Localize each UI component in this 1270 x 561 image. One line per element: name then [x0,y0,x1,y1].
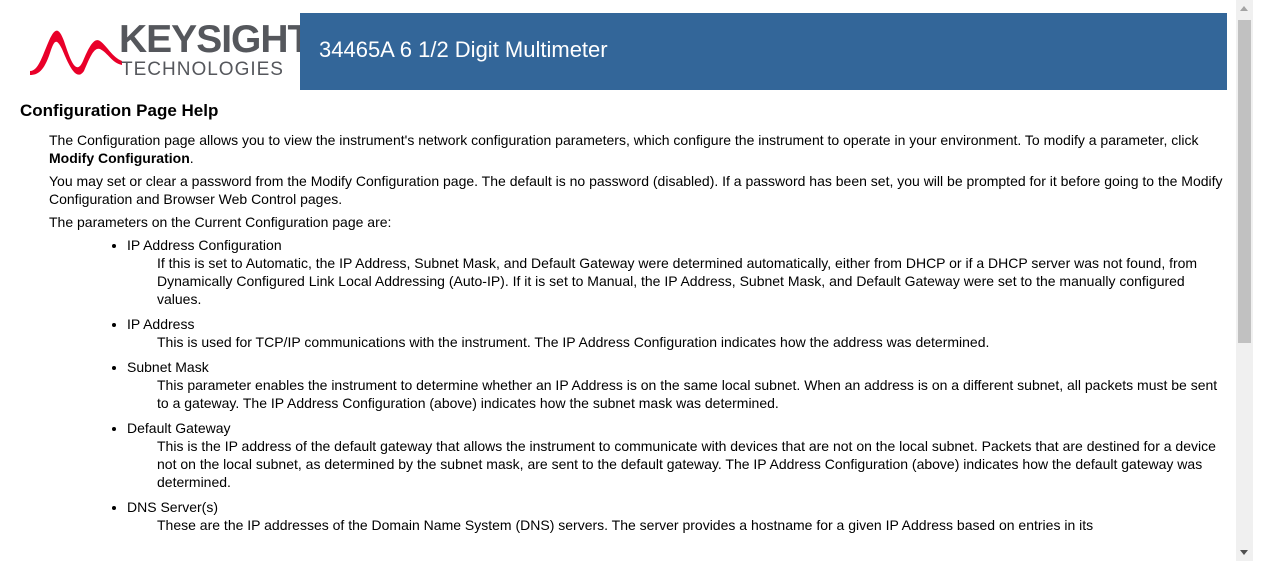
parameter-description: This parameter enables the instrument to… [157,377,1218,411]
help-page: KEYSIGHT TECHNOLOGIES 34465A 6 1/2 Digit… [0,0,1236,561]
modify-configuration-term: Modify Configuration [49,150,190,166]
parameter-term: IP Address [127,316,195,332]
chevron-up-icon [1240,6,1248,11]
logo-subtitle: TECHNOLOGIES [121,59,284,80]
scrollbar-thumb[interactable] [1238,20,1251,343]
intro-paragraph-3: The parameters on the Current Configurat… [49,214,392,230]
intro-text: The Configuration page allows you to vie… [49,132,1199,148]
parameter-term: Default Gateway [127,420,231,436]
vertical-scrollbar[interactable] [1236,0,1253,561]
list-item: IP Address Configuration If this is set … [127,236,1232,308]
parameter-description: If this is set to Automatic, the IP Addr… [157,255,1198,307]
scroll-down-button[interactable] [1236,544,1253,561]
logo-wordmark: KEYSIGHT [119,18,311,61]
parameter-term: DNS Server(s) [127,499,219,515]
page-header: KEYSIGHT TECHNOLOGIES 34465A 6 1/2 Digit… [18,13,1227,90]
parameter-description: This is used for TCP/IP communications w… [157,334,990,350]
scroll-up-button[interactable] [1236,0,1253,17]
parameter-description: These are the IP addresses of the Domain… [157,517,1094,533]
instrument-title: 34465A 6 1/2 Digit Multimeter [319,37,608,62]
help-content: Configuration Page Help The Configuratio… [20,101,1232,541]
list-item: Default Gateway This is the IP address o… [127,419,1232,491]
intro-paragraph-2: You may set or clear a password from the… [49,173,1223,207]
intro-paragraph-1: The Configuration page allows you to vie… [49,131,1232,167]
keysight-wave-icon [30,30,122,76]
parameter-term: IP Address Configuration [127,237,282,253]
list-item: IP Address This is used for TCP/IP commu… [127,315,1232,351]
chevron-down-icon [1240,550,1248,555]
parameter-list: IP Address Configuration If this is set … [20,236,1232,534]
intro-period: . [189,150,194,166]
keysight-logo: KEYSIGHT TECHNOLOGIES [18,13,311,90]
parameter-description: This is the IP address of the default ga… [157,438,1216,490]
page-title: Configuration Page Help [20,101,219,120]
parameter-term: Subnet Mask [127,359,209,375]
list-item: Subnet Mask This parameter enables the i… [127,358,1232,412]
title-bar: 34465A 6 1/2 Digit Multimeter [300,13,1227,90]
list-item: DNS Server(s) These are the IP addresses… [127,498,1232,534]
